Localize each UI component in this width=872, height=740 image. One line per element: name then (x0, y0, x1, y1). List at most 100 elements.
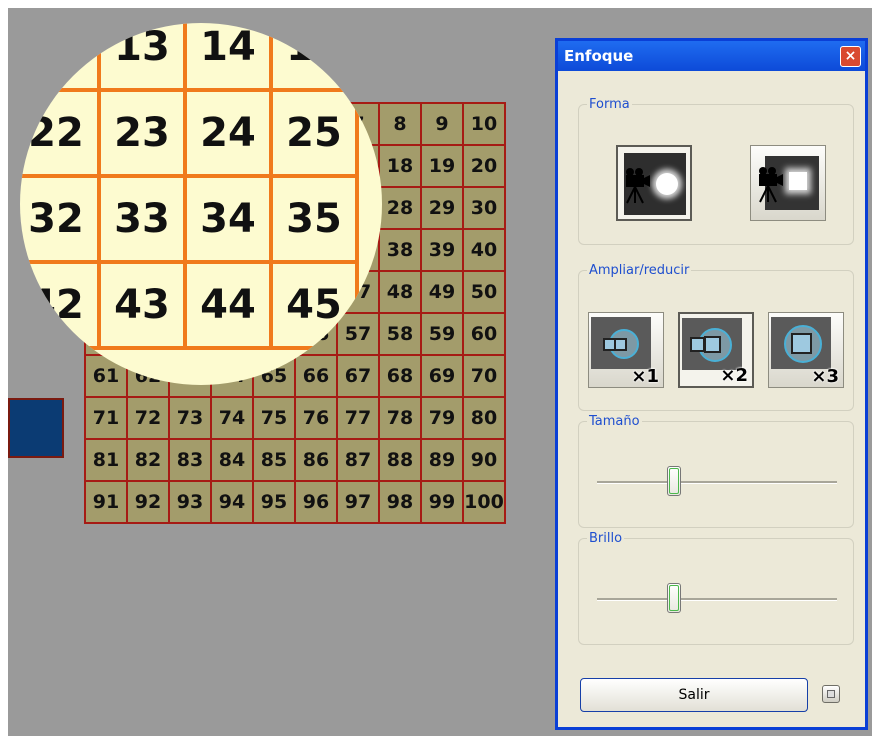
grid-cell[interactable]: 66 (294, 354, 338, 398)
size-slider-thumb[interactable] (667, 466, 682, 496)
brightness-slider-track[interactable] (597, 583, 837, 613)
grid-cell[interactable]: 38 (378, 228, 422, 272)
magnified-cell[interactable]: 13 (97, 23, 187, 92)
shape-circle-button[interactable] (616, 145, 692, 221)
magnified-cell[interactable]: 14 (183, 23, 273, 92)
grid-cell[interactable]: 95 (252, 480, 296, 524)
grid-cell[interactable]: 98 (378, 480, 422, 524)
grid-cell[interactable]: 28 (378, 186, 422, 230)
exit-button[interactable]: Salir (580, 678, 808, 712)
magnified-cell[interactable]: 22 (20, 88, 101, 178)
grid-cell[interactable]: 58 (378, 312, 422, 356)
grid-cell[interactable]: 49 (420, 270, 464, 314)
zoom-x2-label: ×2 (720, 365, 748, 386)
magnified-cell[interactable]: 23 (97, 88, 187, 178)
zoom-x1-button[interactable]: ×1 (588, 312, 664, 388)
grid-cell[interactable]: 8 (378, 102, 422, 146)
grid-cell[interactable]: 88 (378, 438, 422, 482)
magnified-cell[interactable]: 33 (97, 174, 187, 264)
grid-cell[interactable]: 20 (462, 144, 506, 188)
grid-cell[interactable]: 87 (336, 438, 380, 482)
magnified-cell[interactable]: 25 (269, 88, 359, 178)
grid-cell[interactable]: 39 (420, 228, 464, 272)
grid-cell[interactable]: 70 (462, 354, 506, 398)
magnified-cell[interactable]: 35 (269, 174, 359, 264)
grid-cell[interactable]: 91 (84, 480, 128, 524)
grid-cell[interactable]: 60 (462, 312, 506, 356)
grid-cell[interactable]: 18 (378, 144, 422, 188)
zoom-x3-button[interactable]: ×3 (768, 312, 844, 388)
magnified-cell[interactable]: 45 (269, 260, 359, 350)
magnified-cell[interactable]: 43 (97, 260, 187, 350)
grid-cell[interactable]: 94 (210, 480, 254, 524)
grid-cell[interactable]: 76 (294, 396, 338, 440)
brightness-group: Brillo (578, 531, 854, 645)
grid-cell[interactable]: 81 (84, 438, 128, 482)
grid-cell[interactable]: 74 (210, 396, 254, 440)
grid-cell[interactable]: 90 (462, 438, 506, 482)
grid-cell[interactable]: 48 (378, 270, 422, 314)
magnified-cell[interactable]: 12 (20, 23, 101, 92)
magnified-cell[interactable]: 44 (183, 260, 273, 350)
grid-cell[interactable]: 73 (168, 396, 212, 440)
grid-cell[interactable]: 82 (126, 438, 170, 482)
grid-cell[interactable]: 71 (84, 396, 128, 440)
panel-titlebar[interactable]: Enfoque × (558, 41, 865, 71)
shape-legend: Forma (589, 97, 630, 112)
grid-cell[interactable]: 99 (420, 480, 464, 524)
grid-cell[interactable]: 100 (462, 480, 506, 524)
grid-cell[interactable]: 89 (420, 438, 464, 482)
grid-cell[interactable]: 67 (336, 354, 380, 398)
grid-cell[interactable]: 85 (252, 438, 296, 482)
restore-button[interactable] (822, 685, 840, 703)
grid-cell[interactable]: 96 (294, 480, 338, 524)
grid-cell[interactable]: 84 (210, 438, 254, 482)
size-slider-track[interactable] (597, 466, 837, 496)
grid-cell[interactable]: 19 (420, 144, 464, 188)
close-icon[interactable]: × (840, 45, 861, 67)
grid-cell[interactable]: 9 (420, 102, 464, 146)
camera-circle-icon (626, 168, 650, 204)
panel-title: Enfoque (564, 47, 634, 65)
grid-cell[interactable]: 97 (336, 480, 380, 524)
size-legend: Tamaño (589, 414, 640, 429)
grid-row: 81 82 83 84 85 86 87 88 89 90 (84, 438, 506, 482)
brightness-slider-thumb[interactable] (667, 583, 682, 613)
grid-cell[interactable]: 68 (378, 354, 422, 398)
zoom-x1-label: ×1 (631, 366, 659, 387)
camera-square-icon (759, 167, 783, 203)
grid-cell[interactable]: 30 (462, 186, 506, 230)
grid-cell[interactable]: 59 (420, 312, 464, 356)
grid-cell[interactable]: 69 (420, 354, 464, 398)
grid-cell[interactable]: 75 (252, 396, 296, 440)
magnified-cell[interactable]: 34 (183, 174, 273, 264)
grid-cell[interactable]: 29 (420, 186, 464, 230)
magnifier-lens[interactable]: 1234511121314152122232425313233343541424… (20, 23, 382, 385)
magnified-cell[interactable]: 15 (269, 23, 359, 92)
grid-cell[interactable]: 77 (336, 396, 380, 440)
grid-cell[interactable]: 10 (462, 102, 506, 146)
magnified-cell[interactable]: 32 (20, 174, 101, 264)
magnified-row: 3132333435 (20, 174, 359, 264)
grid-cell[interactable]: 83 (168, 438, 212, 482)
grid-row: 71 72 73 74 75 76 77 78 79 80 (84, 396, 506, 440)
grid-cell[interactable]: 79 (420, 396, 464, 440)
grid-cell[interactable]: 80 (462, 396, 506, 440)
shape-square-button[interactable] (750, 145, 826, 221)
magnified-row: 2122232425 (20, 88, 359, 178)
magnified-cell[interactable]: 42 (20, 260, 101, 350)
grid-cell[interactable]: 72 (126, 396, 170, 440)
zoom-x2-button[interactable]: ×2 (678, 312, 754, 388)
grid-cell[interactable]: 50 (462, 270, 506, 314)
grid-cell[interactable]: 93 (168, 480, 212, 524)
grid-cell[interactable]: 86 (294, 438, 338, 482)
magnified-row: 4142434445 (20, 260, 359, 350)
zoom-x3-label: ×3 (811, 366, 839, 387)
size-group: Tamaño (578, 414, 854, 528)
blue-block[interactable] (8, 398, 64, 458)
grid-cell[interactable]: 78 (378, 396, 422, 440)
magnified-row: 1112131415 (20, 23, 359, 92)
magnified-cell[interactable]: 24 (183, 88, 273, 178)
grid-cell[interactable]: 92 (126, 480, 170, 524)
grid-cell[interactable]: 40 (462, 228, 506, 272)
